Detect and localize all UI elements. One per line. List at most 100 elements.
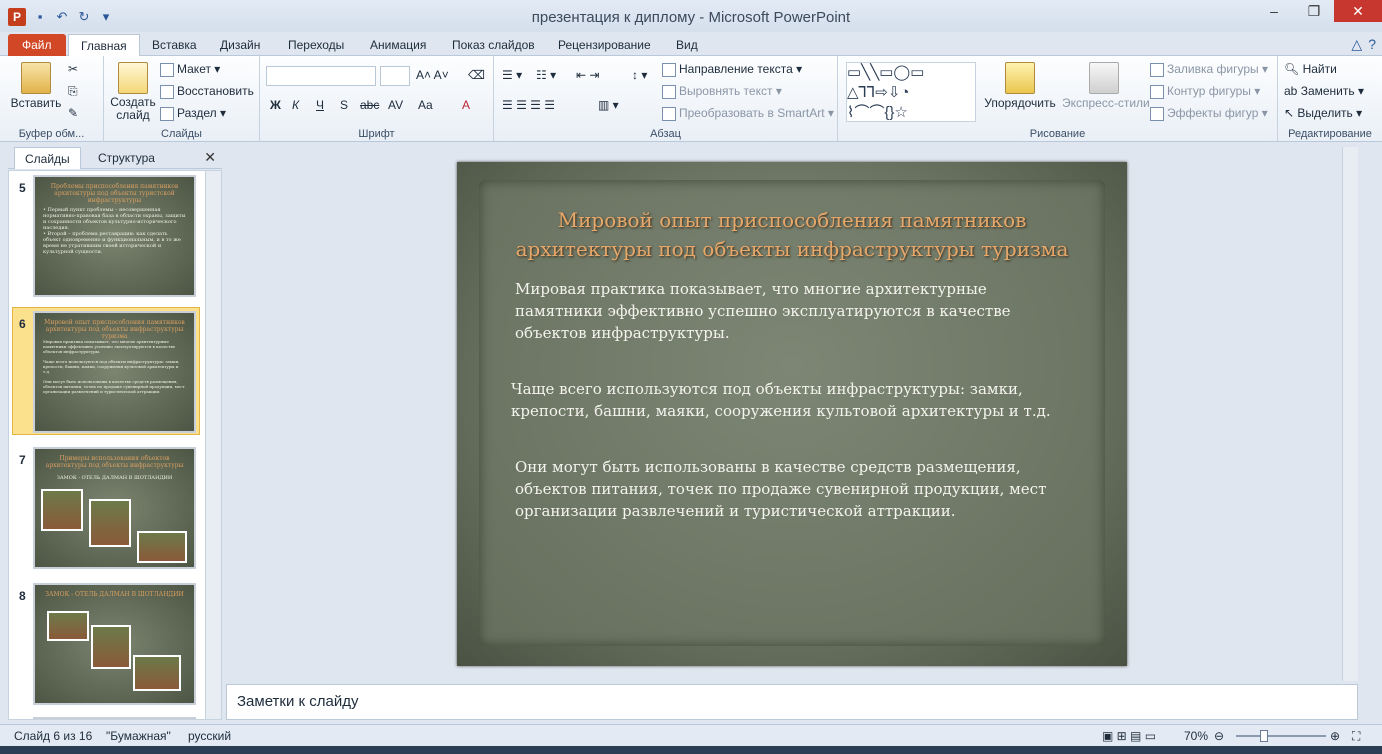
columns-icon[interactable]: ▥ ▾: [598, 98, 619, 112]
minimize-ribbon-icon[interactable]: △: [1351, 36, 1362, 53]
thumbnail-title: Примеры использования объектов архитекту…: [45, 455, 184, 469]
customize-qat-icon[interactable]: ▾: [98, 9, 114, 25]
indent-icons[interactable]: ⇤ ⇥: [576, 68, 599, 82]
align-icons[interactable]: ☰ ☰ ☰ ☰: [502, 98, 555, 112]
line-spacing-icon[interactable]: ↕ ▾: [632, 68, 647, 82]
italic-button[interactable]: К: [292, 98, 299, 112]
slide-title[interactable]: Мировой опыт приспособления памятников а…: [497, 206, 1087, 264]
tab-slideshow[interactable]: Показ слайдов: [440, 34, 547, 56]
find-button[interactable]: 🔍︎ Найти: [1284, 62, 1337, 76]
tab-slides-pane[interactable]: Слайды: [14, 147, 81, 169]
shape-fill-label: Заливка фигуры: [1167, 62, 1259, 76]
group-editing: 🔍︎ Найти ab Заменить ▾ ↖ Выделить ▾ Реда…: [1278, 56, 1382, 142]
zoom-in-icon[interactable]: ⊕: [1330, 729, 1340, 743]
paste-button[interactable]: Вставить: [10, 62, 62, 110]
restore-button[interactable]: ❐: [1294, 0, 1334, 22]
thumbnails-scrollbar[interactable]: [205, 171, 221, 719]
tab-view[interactable]: Вид: [664, 34, 710, 56]
slide-thumbnail-partial[interactable]: [33, 717, 196, 719]
clear-formatting-icon[interactable]: ⌫: [468, 68, 485, 82]
align-text-button[interactable]: Выровнять текст ▾: [662, 84, 782, 99]
current-slide[interactable]: Мировой опыт приспособления памятников а…: [457, 162, 1127, 666]
slide-thumbnail[interactable]: ЗАМОК - ОТЕЛЬ ДАЛМАН В ШОТЛАНДИИ: [33, 583, 196, 705]
format-painter-icon[interactable]: ✎: [68, 106, 78, 120]
replace-button[interactable]: ab Заменить ▾: [1284, 84, 1364, 98]
smartart-button[interactable]: Преобразовать в SmartArt ▾: [662, 106, 834, 121]
layout-label: Макет: [177, 62, 211, 76]
slide-thumbnail[interactable]: Проблемы приспособления памятников архит…: [33, 175, 196, 297]
thumbnail-number: 8: [19, 589, 26, 603]
text-direction-label: Направление текста: [679, 62, 793, 76]
tab-animation[interactable]: Анимация: [358, 34, 438, 56]
bullets-icon[interactable]: ☰ ▾: [502, 68, 522, 82]
tab-design[interactable]: Дизайн: [208, 34, 272, 56]
shape-fill-button[interactable]: Заливка фигуры ▾: [1150, 62, 1268, 77]
notes-field[interactable]: Заметки к слайду: [226, 684, 1358, 720]
tab-insert[interactable]: Вставка: [140, 34, 209, 56]
font-size-combo[interactable]: [380, 66, 410, 86]
paragraph-group-label: Абзац: [650, 128, 681, 140]
section-button[interactable]: Раздел ▾: [160, 106, 226, 121]
zoom-slider-thumb[interactable]: [1260, 730, 1268, 742]
undo-icon[interactable]: ↶: [54, 9, 70, 25]
thumbnail-photo: [89, 499, 131, 547]
zoom-level[interactable]: 70%: [1184, 729, 1208, 743]
slide-thumbnail-selected[interactable]: Мировой опыт приспособления памятников а…: [33, 311, 196, 433]
cut-icon[interactable]: ✂: [68, 62, 78, 76]
underline-button[interactable]: Ч: [316, 98, 324, 112]
numbering-icon[interactable]: ☷ ▾: [536, 68, 556, 82]
main-area: Слайды Структура ✕ 5 Проблемы приспособл…: [0, 143, 1382, 723]
new-slide-button[interactable]: Создать слайд: [110, 62, 156, 122]
text-shadow-button[interactable]: S: [340, 98, 348, 112]
font-family-combo[interactable]: [266, 66, 376, 86]
slide-paragraph-3[interactable]: Они могут быть использованы в качестве с…: [515, 456, 1046, 522]
shapes-gallery[interactable]: ▭╲╲▭◯▭ △⅂⅂⇨⇩◔ ⌇⌒⌒{}☆: [846, 62, 976, 122]
character-spacing-button[interactable]: AV: [388, 98, 403, 112]
ribbon: Вставить ✂ ⎘ ✎ Буфер обм... Создать слай…: [0, 56, 1382, 142]
grow-font-icon[interactable]: A˄ A˅: [416, 68, 449, 82]
font-color-button[interactable]: A: [462, 98, 470, 112]
language-indicator[interactable]: русский: [188, 729, 231, 743]
bold-button[interactable]: Ж: [270, 98, 281, 112]
minimize-button[interactable]: –: [1254, 0, 1294, 22]
close-pane-icon[interactable]: ✕: [204, 149, 216, 166]
section-icon: [160, 106, 174, 121]
tab-review[interactable]: Рецензирование: [546, 34, 663, 56]
zoom-out-icon[interactable]: ⊖: [1214, 729, 1224, 743]
view-buttons[interactable]: ▣ ⊞ ▤ ▭: [1102, 729, 1156, 743]
redo-icon[interactable]: ↻: [76, 9, 92, 25]
quick-styles-button[interactable]: Экспресс-стили: [1062, 62, 1150, 110]
zoom-slider[interactable]: [1236, 735, 1326, 737]
slide-paragraph-1[interactable]: Мировая практика показывает, что многие …: [515, 278, 1011, 344]
arrange-icon: [1005, 62, 1035, 94]
slide-paragraph-2[interactable]: Чаще всего используются под объекты инфр…: [511, 378, 1051, 422]
arrange-button[interactable]: Упорядочить: [984, 62, 1056, 110]
save-icon[interactable]: ▪: [32, 9, 48, 25]
tab-transitions[interactable]: Переходы: [276, 34, 356, 56]
text-direction-button[interactable]: Направление текста ▾: [662, 62, 802, 77]
tab-file[interactable]: Файл: [8, 34, 66, 56]
drawing-group-label: Рисование: [1029, 128, 1086, 140]
shape-outline-button[interactable]: Контур фигуры ▾: [1150, 84, 1260, 99]
shape-effects-button[interactable]: Эффекты фигур ▾: [1150, 106, 1268, 121]
select-button[interactable]: ↖ Выделить ▾: [1284, 106, 1362, 120]
tab-home[interactable]: Главная: [68, 34, 140, 57]
strikethrough-button[interactable]: abc: [360, 98, 379, 112]
copy-icon[interactable]: ⎘: [68, 84, 78, 99]
help-icon[interactable]: ?: [1368, 36, 1376, 53]
powerpoint-app-icon[interactable]: P: [8, 8, 26, 26]
quick-styles-label: Экспресс-стили: [1062, 96, 1150, 110]
arrange-label: Упорядочить: [984, 96, 1056, 110]
thumbnail-body: Мировая практика показывает, что многие …: [43, 339, 185, 394]
slide-thumbnails[interactable]: 5 Проблемы приспособления памятников арх…: [8, 170, 222, 720]
slide-scrollbar[interactable]: [1342, 147, 1358, 681]
layout-button[interactable]: Макет ▾: [160, 62, 220, 77]
ribbon-tabs: Файл Главная Вставка Дизайн Переходы Ани…: [0, 32, 1382, 57]
change-case-button[interactable]: Aa: [418, 98, 433, 112]
close-button[interactable]: ✕: [1334, 0, 1382, 22]
reset-button[interactable]: Восстановить: [160, 84, 254, 99]
fit-slide-icon[interactable]: ⛶: [1352, 729, 1360, 744]
tab-outline-pane[interactable]: Структура: [88, 147, 165, 169]
slide-thumbnail[interactable]: Примеры использования объектов архитекту…: [33, 447, 196, 569]
theme-name[interactable]: "Бумажная": [106, 729, 171, 743]
